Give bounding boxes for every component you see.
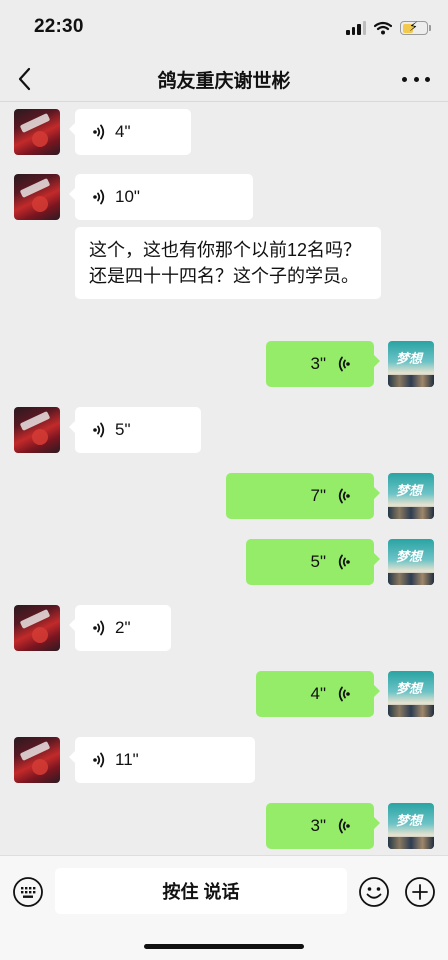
voice-wave-icon [93,620,105,636]
voice-wave-icon [93,752,105,768]
wifi-icon [374,21,392,35]
battery-icon: ⚡ [400,19,431,35]
voice-duration: 5" [310,552,327,571]
contact-avatar[interactable] [14,737,60,783]
voice-message-received[interactable]: 11" [69,737,255,783]
more-functions-button[interactable] [404,876,436,908]
voice-duration: 3" [310,816,327,835]
my-avatar[interactable]: 梦想 [388,341,434,387]
my-avatar[interactable]: 梦想 [388,803,434,849]
voice-wave-icon [338,686,350,702]
voice-transcription-text[interactable]: 这个，这也有你那个以前12名吗？还是四十十四名？这个子的学员。 [75,227,381,299]
my-avatar[interactable]: 梦想 [388,671,434,717]
signal-icon [346,21,366,35]
more-options-button[interactable] [402,66,430,92]
my-avatar[interactable]: 梦想 [388,539,434,585]
voice-message-received[interactable]: 5" [69,407,201,453]
emoji-icon [359,877,389,907]
voice-duration: 2" [115,618,131,637]
emoji-button[interactable] [358,876,390,908]
keyboard-toggle-button[interactable] [12,876,44,908]
voice-duration: 5" [115,420,131,439]
voice-duration: 4" [310,684,327,703]
voice-duration: 3" [310,354,327,373]
voice-wave-icon [93,422,105,438]
my-avatar[interactable]: 梦想 [388,473,434,519]
chat-message-list[interactable]: 4" 10" 这个，这也有你那个以前12名吗？还是四十十四名？这个子的学员。 梦… [0,103,448,855]
voice-wave-icon [338,488,350,504]
hold-to-talk-button[interactable]: 按住 说话 [55,868,347,914]
voice-wave-icon [338,554,350,570]
voice-message-sent[interactable]: 3" [266,803,380,849]
voice-duration: 11" [115,750,139,769]
status-icons: ⚡ [346,18,431,38]
voice-message-sent[interactable]: 5" [246,539,380,585]
voice-duration: 7" [310,486,327,505]
voice-wave-icon [338,356,350,372]
chat-title: 鸽友重庆谢世彬 [157,71,291,92]
voice-duration: 4" [115,122,131,141]
more-dots-icon [402,76,407,82]
contact-avatar[interactable] [14,109,60,155]
nav-bar: 鸽友重庆谢世彬 [0,56,448,102]
voice-message-received[interactable]: 4" [69,109,191,155]
voice-message-received[interactable]: 2" [69,605,171,651]
status-time: 22:30 [34,16,84,37]
voice-duration: 10" [115,187,140,206]
voice-message-sent[interactable]: 3" [266,341,380,387]
voice-message-received[interactable]: 10" [69,174,253,220]
home-indicator[interactable] [144,944,304,949]
keyboard-icon [13,877,43,907]
plus-icon [405,877,435,907]
voice-message-sent[interactable]: 7" [226,473,380,519]
status-bar: 22:30 ⚡ [0,0,448,56]
voice-wave-icon [93,189,105,205]
voice-wave-icon [338,818,350,834]
voice-message-sent[interactable]: 4" [256,671,380,717]
contact-avatar[interactable] [14,407,60,453]
contact-avatar[interactable] [14,174,60,220]
contact-avatar[interactable] [14,605,60,651]
voice-wave-icon [93,124,105,140]
